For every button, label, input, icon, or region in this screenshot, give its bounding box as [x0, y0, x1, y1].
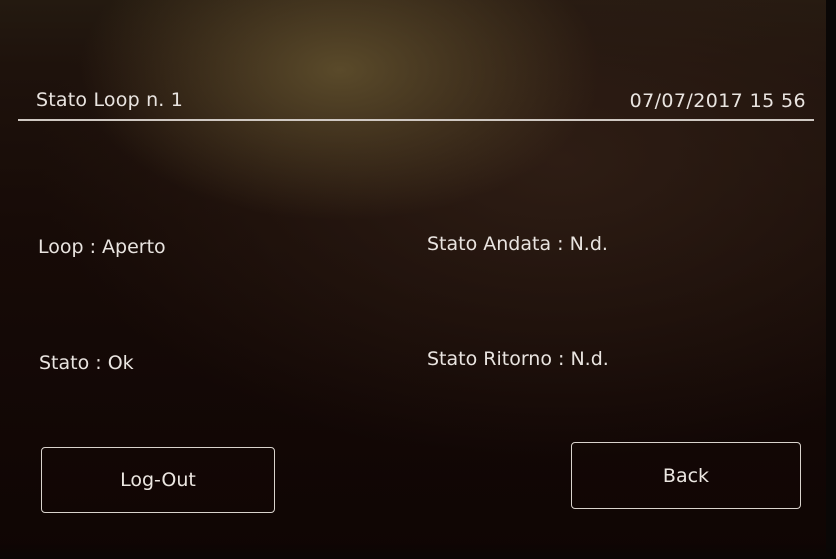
back-button[interactable]: Back	[571, 442, 801, 509]
device-bezel-right	[826, 0, 836, 559]
page-title: Stato Loop n. 1	[36, 89, 184, 111]
return-status-text: Stato Ritorno : N.d.	[427, 348, 609, 370]
device-bezel-bottom	[0, 543, 836, 559]
header-bar: Stato Loop n. 1 07/07/2017 15 56	[18, 78, 814, 121]
general-status-text: Stato : Ok	[39, 352, 134, 374]
date-time-readout: 07/07/2017 15 56	[629, 90, 806, 112]
outbound-status-text: Stato Andata : N.d.	[427, 233, 608, 255]
loop-status-text: Loop : Aperto	[38, 236, 166, 258]
display-screen: Stato Loop n. 1 07/07/2017 15 56 Loop : …	[18, 78, 814, 542]
logout-button[interactable]: Log-Out	[41, 447, 275, 513]
header-divider	[18, 119, 814, 121]
back-button-label: Back	[662, 464, 710, 487]
touch-panel-photo: Stato Loop n. 1 07/07/2017 15 56 Loop : …	[0, 0, 836, 559]
logout-button-label: Log-Out	[120, 469, 196, 491]
